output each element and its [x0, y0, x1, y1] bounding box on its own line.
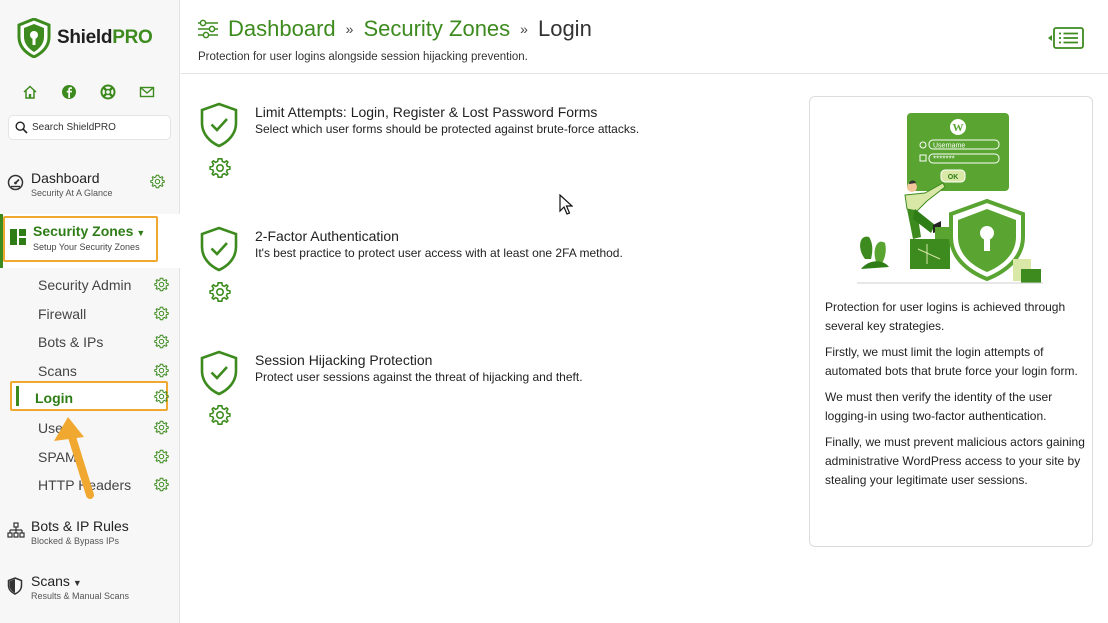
active-indicator [16, 386, 19, 406]
quick-links [22, 84, 155, 100]
illustration-password: ******* [933, 155, 955, 164]
info-paragraph: We must then verify the identity of the … [825, 390, 1053, 423]
nav-dashboard-subtitle: Security At A Glance [31, 188, 113, 198]
sidebar-item-bots-ips[interactable]: Bots & IPs [0, 329, 180, 355]
logo-text: ShieldPRO [57, 27, 153, 48]
main-content: Dashboard » Security Zones » Login Prote… [181, 0, 1108, 623]
search-box[interactable]: Search ShieldPRO [8, 115, 171, 140]
illustration-ok: OK [948, 174, 959, 181]
nav-bots-subtitle: Blocked & Bypass IPs [31, 536, 120, 546]
breadcrumb-separator: » [520, 21, 528, 37]
zone-item-title: 2-Factor Authentication [255, 228, 399, 244]
gear-icon[interactable] [154, 389, 169, 404]
sidebar-item-label: Firewall [38, 306, 87, 322]
breadcrumb: Dashboard » Security Zones » Login [197, 16, 592, 42]
gear-icon[interactable] [154, 449, 169, 464]
svg-text:W: W [953, 122, 964, 134]
zone-item-limit-attempts: Limit Attempts: Login, Register & Lost P… [199, 102, 779, 182]
zone-item-desc: Protect user sessions against the threat… [255, 370, 583, 384]
sidebar-item-label: Security Admin [38, 277, 132, 293]
sidebar-item-security-admin[interactable]: Security Admin [0, 272, 180, 298]
info-paragraph: Firstly, we must limit the login attempt… [825, 345, 1078, 378]
sliders-icon [198, 19, 218, 39]
zone-item-2fa: 2-Factor Authentication It's best practi… [199, 226, 779, 306]
login-illustration: W Username ******* OK [857, 113, 1043, 284]
illustration-username: Username [933, 143, 965, 150]
info-text: Protection for user logins is achieved t… [825, 298, 1085, 497]
nav-dashboard-title: Dashboard [31, 170, 100, 186]
gear-icon[interactable] [154, 306, 169, 321]
gear-icon[interactable] [209, 157, 231, 179]
breadcrumb-dashboard[interactable]: Dashboard [228, 16, 336, 42]
gear-icon[interactable] [154, 363, 169, 378]
gear-icon[interactable] [209, 281, 231, 303]
sidebar-item-label: Scans [38, 363, 77, 379]
help-icon[interactable] [100, 84, 116, 100]
nav-security-zones[interactable]: Security Zones ▼ Setup Your Security Zone… [0, 214, 182, 268]
breadcrumb-current: Login [537, 16, 592, 41]
gear-icon[interactable] [154, 334, 169, 349]
caret-down-icon: ▼ [72, 578, 82, 588]
zone-item-desc: Select which user forms should be protec… [255, 122, 640, 136]
nav-security-title: Security Zones ▼ [33, 223, 146, 239]
shield-check-icon [200, 350, 238, 396]
info-card: W Username ******* OK Protection for use… [809, 96, 1093, 547]
nav-scans-title: Scans ▼ [31, 573, 82, 589]
zone-item-title: Session Hijacking Protection [255, 352, 433, 368]
zone-item-desc: It's best practice to protect user acces… [255, 246, 623, 260]
nav-scans-text: Scans ▼ Results & Manual Scans [31, 573, 129, 601]
gear-icon[interactable] [154, 277, 169, 292]
nav-scans-subtitle: Results & Manual Scans [31, 591, 130, 601]
zone-item-title: Limit Attempts: Login, Register & Lost P… [255, 104, 598, 120]
info-paragraph: Finally, we must prevent malicious actor… [825, 435, 1085, 487]
shield-logo-icon [17, 18, 51, 58]
zone-item-session-hijacking: Session Hijacking Protection Protect use… [199, 350, 779, 430]
shield-check-icon [200, 102, 238, 148]
nav-security-text: Security Zones ▼ Setup Your Security Zone… [33, 223, 145, 252]
gear-icon[interactable] [154, 477, 169, 492]
breadcrumb-security-zones[interactable]: Security Zones [363, 16, 510, 42]
sidebar-item-label: Login [35, 390, 74, 406]
sidebar-item-login[interactable]: Login [10, 381, 169, 411]
caret-down-icon: ▼ [136, 228, 146, 238]
search-icon [15, 121, 28, 134]
shield-half-icon [7, 577, 23, 595]
menu-toggle-icon[interactable] [1047, 26, 1085, 50]
nav-dashboard-text: Dashboard Security At A Glance [31, 170, 113, 198]
home-icon[interactable] [22, 84, 38, 100]
mail-icon[interactable] [139, 84, 155, 100]
nav-dashboard[interactable]: Dashboard Security At A Glance [0, 168, 180, 208]
gear-icon[interactable] [150, 174, 165, 189]
nav-bots-text: Bots & IP Rules Blocked & Bypass IPs [31, 518, 129, 546]
facebook-icon[interactable] [61, 84, 77, 100]
nav-bots-title: Bots & IP Rules [31, 518, 129, 534]
mouse-cursor-icon [559, 194, 573, 215]
sidebar-item-label: Bots & IPs [38, 334, 104, 350]
grid-icon [10, 229, 26, 245]
gear-icon[interactable] [154, 420, 169, 435]
network-icon [7, 522, 25, 538]
gear-icon[interactable] [209, 404, 231, 426]
page-description: Protection for user logins alongside ses… [198, 51, 528, 63]
page-header: Dashboard » Security Zones » Login Prote… [181, 0, 1108, 74]
logo[interactable]: ShieldPRO [17, 18, 153, 58]
nav-bots-ip-rules[interactable]: Bots & IP Rules Blocked & Bypass IPs [0, 516, 180, 556]
nav-security-subtitle: Setup Your Security Zones [33, 242, 140, 252]
sidebar-item-firewall[interactable]: Firewall [0, 301, 180, 327]
search-placeholder: Search ShieldPRO [32, 122, 116, 133]
annotation-arrow-icon [54, 417, 94, 499]
info-paragraph: Protection for user logins is achieved t… [825, 300, 1066, 333]
sidebar: ShieldPRO Search ShieldPRO Dashboard Sec… [0, 0, 182, 623]
speedometer-icon [7, 174, 24, 191]
nav-scans[interactable]: Scans ▼ Results & Manual Scans [0, 572, 180, 612]
breadcrumb-separator: » [345, 21, 354, 37]
shield-check-icon [200, 226, 238, 272]
